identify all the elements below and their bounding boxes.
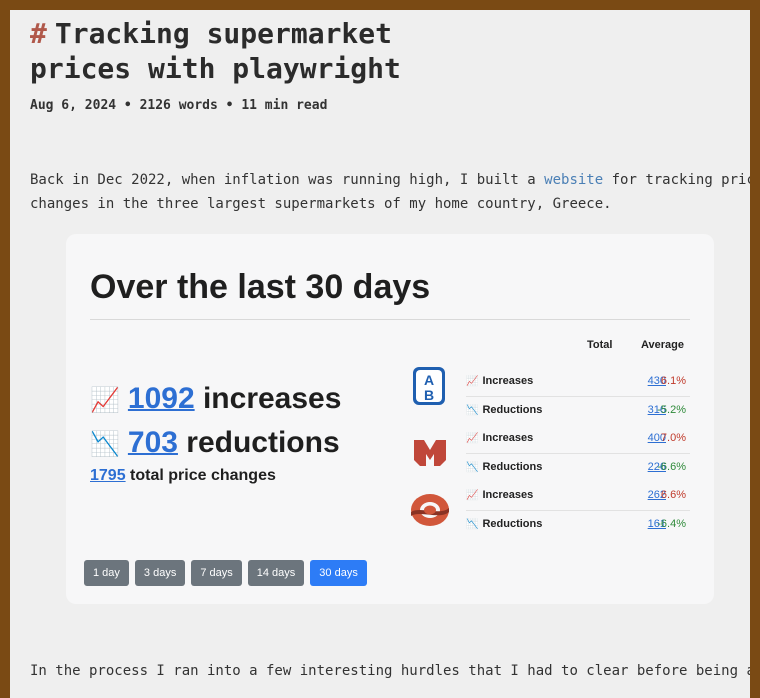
total-changes-stat: 1795 total price changes	[90, 467, 276, 485]
reductions-label: reductions	[177, 426, 340, 459]
total-count-link[interactable]: 1795	[90, 467, 126, 484]
row-average: 6.1%	[660, 375, 686, 387]
ab-logo: A B	[413, 367, 445, 405]
row-average: 6.6%	[660, 489, 686, 501]
increases-stat: 📈 1092 increases	[90, 382, 341, 416]
row-average: 7.0%	[660, 432, 686, 444]
row-label: 📈 Increases	[466, 489, 534, 501]
card-divider	[90, 319, 690, 320]
sklavenitis-increases-row: 📈 Increases 262 6.6%	[466, 482, 690, 511]
row-label: 📈 Increases	[466, 375, 534, 387]
ab-reductions-row: 📉 Reductions 316 -5.2%	[466, 397, 690, 425]
outro-paragraph: In the process I ran into a few interest…	[30, 663, 750, 679]
post-meta: Aug 6, 2024 • 2126 words • 11 min read	[30, 98, 328, 113]
row-label: 📉 Reductions	[466, 461, 543, 473]
chart-decreasing-icon: 📉	[90, 430, 120, 458]
intro-text-3: changes in the three largest supermarket…	[30, 196, 612, 212]
svg-text:A: A	[424, 372, 434, 388]
chart-decreasing-icon: 📉	[466, 519, 479, 530]
intro-paragraph: Back in Dec 2022, when inflation was run…	[30, 168, 750, 216]
reductions-count-link[interactable]: 703	[128, 426, 178, 459]
row-label: 📉 Reductions	[466, 518, 543, 530]
row-label: 📈 Increases	[466, 432, 534, 444]
chart-decreasing-icon: 📉	[466, 462, 479, 473]
sklavenitis-logo	[411, 494, 449, 526]
range-14-days-button[interactable]: 14 days	[247, 560, 305, 586]
row-average: -6.6%	[657, 461, 686, 473]
masoutis-increases-row: 📈 Increases 400 7.0%	[466, 425, 690, 454]
range-selector: 1 day 3 days 7 days 14 days 30 days	[84, 560, 373, 586]
intro-text-2: for tracking price	[603, 172, 750, 188]
chart-increasing-icon: 📈	[90, 386, 120, 414]
post-title: # Tracking supermarket prices with playwr…	[30, 16, 450, 86]
card-title: Over the last 30 days	[90, 268, 431, 306]
range-1-day-button[interactable]: 1 day	[84, 560, 129, 586]
range-30-days-button[interactable]: 30 days	[310, 560, 367, 586]
chart-increasing-icon: 📈	[466, 490, 479, 501]
intro-text-1: Back in Dec 2022, when inflation was run…	[30, 172, 545, 188]
total-label: total price changes	[125, 467, 276, 484]
row-label: 📉 Reductions	[466, 404, 543, 416]
masoutis-reductions-row: 📉 Reductions 226 -6.6%	[466, 454, 690, 482]
row-average: -5.2%	[657, 404, 686, 416]
sklavenitis-reductions-row: 📉 Reductions 161 -6.4%	[466, 511, 690, 539]
heading-hash: #	[30, 17, 47, 50]
svg-text:B: B	[424, 387, 434, 403]
row-average: -6.4%	[657, 518, 686, 530]
chart-increasing-icon: 📈	[466, 376, 479, 387]
column-header-total: Total	[587, 339, 613, 351]
page-frame: # Tracking supermarket prices with playwr…	[10, 10, 750, 698]
chart-decreasing-icon: 📉	[466, 405, 479, 416]
increases-count-link[interactable]: 1092	[128, 382, 195, 415]
increases-label: increases	[194, 382, 342, 415]
chart-increasing-icon: 📈	[466, 433, 479, 444]
range-3-days-button[interactable]: 3 days	[134, 560, 186, 586]
ab-increases-row: 📈 Increases 430 6.1%	[466, 368, 690, 397]
post-title-text: Tracking supermarket prices with playwri…	[30, 17, 401, 85]
reductions-stat: 📉 703 reductions	[90, 426, 340, 460]
website-link[interactable]: website	[544, 172, 603, 188]
range-7-days-button[interactable]: 7 days	[191, 560, 242, 586]
column-header-average: Average	[641, 339, 685, 351]
price-changes-card: Over the last 30 days 📈 1092 increases 📉 7…	[66, 234, 714, 604]
masoutis-logo	[414, 440, 446, 466]
